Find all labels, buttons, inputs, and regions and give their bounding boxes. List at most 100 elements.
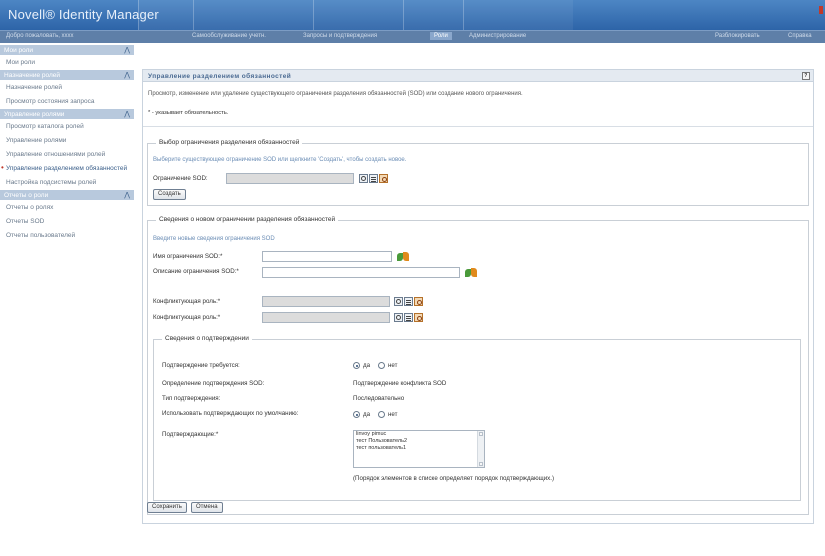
nav-tab-requests[interactable]: Запросы и подтверждения	[303, 33, 377, 39]
collapse-icon[interactable]: ⋀	[124, 110, 130, 118]
sidebar-section-title: Назначение ролей	[4, 72, 61, 79]
app-window: Novell® Identity Manager Добро пожаловат…	[0, 0, 825, 556]
sidebar-item-assign-roles[interactable]: Назначение ролей	[0, 81, 134, 95]
sidebar-item-role-reports[interactable]: Отчеты о ролях	[0, 201, 134, 215]
create-button[interactable]: Создать	[153, 189, 186, 200]
approval-required-label: Подтверждение требуется:	[162, 362, 240, 369]
sidebar-item-manage-roles[interactable]: Управление ролями	[0, 134, 134, 148]
sidebar-item-role-subsystem[interactable]: Настройка подсистемы ролей	[0, 176, 134, 190]
reset-icon[interactable]	[379, 174, 388, 183]
collapse-icon[interactable]: ⋀	[124, 46, 130, 54]
role-1-picker-icons	[394, 297, 423, 307]
radio-label-yes: да	[363, 362, 371, 369]
header-decoration	[313, 0, 403, 30]
approvers-order-note: (Порядок элементов в списке определяет п…	[353, 475, 555, 482]
radio-label-no: нет	[388, 362, 398, 369]
intro-text: Просмотр, изменение или удаление существ…	[148, 91, 523, 97]
sidebar-item-role-relationships[interactable]: Управление отношениями ролей	[0, 148, 134, 162]
fieldset-legend: Выбор ограничения разделения обязанносте…	[156, 139, 303, 146]
conflicting-role-2-field[interactable]	[262, 312, 390, 323]
radio-label-no: нет	[388, 411, 398, 418]
app-header: Novell® Identity Manager	[0, 0, 825, 30]
collapse-icon[interactable]: ⋀	[124, 71, 130, 79]
sidebar-item-sod-reports[interactable]: Отчеты SOD	[0, 215, 134, 229]
new-constraint-hint: Введите новые сведения ограничения SOD	[153, 236, 275, 242]
sidebar-section-my-roles[interactable]: Мои роли ⋀	[0, 45, 134, 56]
select-constraint-fieldset: Выбор ограничения разделения обязанносте…	[147, 139, 809, 206]
conflicting-role-1-label: Конфликтующая роль:*	[153, 298, 221, 305]
sidebar-item-separation-of-duties[interactable]: Управление разделением обязанностей	[0, 162, 134, 176]
reset-icon[interactable]	[414, 313, 423, 322]
sod-management-panel: Управление разделением обязанностей ? Пр…	[142, 69, 814, 524]
history-icon[interactable]	[404, 297, 413, 306]
sidebar-item-request-status[interactable]: Просмотр состояния запроса	[0, 95, 134, 109]
approvers-scrollbar[interactable]	[477, 431, 484, 467]
required-note: * - указывает обязательность.	[148, 110, 229, 116]
nav-tab-administration[interactable]: Администрирование	[469, 33, 526, 39]
conflicting-role-2-label: Конфликтующая роль:*	[153, 314, 221, 321]
sod-name-input[interactable]	[262, 251, 392, 262]
approval-fieldset: Сведения о подтверждении Подтверждение т…	[153, 335, 801, 501]
history-icon[interactable]	[404, 313, 413, 322]
panel-title-text: Управление разделением обязанностей	[148, 73, 292, 80]
sidebar-section-title: Управление ролями	[4, 111, 65, 118]
header-decoration	[403, 0, 463, 30]
approval-definition-value: Подтверждение конфликта SOD	[353, 380, 447, 387]
sod-name-label: Имя ограничения SOD:*	[153, 253, 223, 260]
sod-description-input[interactable]	[262, 267, 460, 278]
top-nav: Добро пожаловать, xxxx Самообслуживание …	[0, 30, 825, 43]
radio-label-yes: да	[363, 411, 371, 418]
help-icon[interactable]: ?	[802, 72, 810, 80]
sidebar-section-role-assignment[interactable]: Назначение ролей ⋀	[0, 70, 134, 81]
header-decoration	[463, 0, 573, 30]
multilanguage-icon[interactable]	[397, 252, 410, 262]
nav-help-link[interactable]: Справка	[788, 33, 812, 39]
nav-tab-roles[interactable]: Роли	[430, 32, 452, 40]
save-button[interactable]: Сохранить	[147, 502, 187, 513]
welcome-text: Добро пожаловать, xxxx	[6, 33, 74, 39]
approval-required-no-radio[interactable]	[378, 362, 385, 369]
sod-constraint-label: Ограничение SOD:	[153, 175, 208, 182]
reset-icon[interactable]	[414, 297, 423, 306]
approval-type-value: Последовательно	[353, 395, 405, 402]
list-item[interactable]: тест Пользователь2	[354, 438, 484, 445]
new-constraint-fieldset: Сведения о новом ограничении разделения …	[147, 216, 809, 515]
list-item[interactable]: linvoy pimuc	[354, 431, 484, 438]
cancel-button[interactable]: Отмена	[191, 502, 223, 513]
sidebar-item-user-reports[interactable]: Отчеты пользователей	[0, 229, 134, 243]
search-icon[interactable]	[394, 313, 403, 322]
approval-required-yes-radio[interactable]	[353, 362, 360, 369]
status-marker	[819, 6, 823, 14]
sidebar-section-title: Мои роли	[4, 47, 34, 54]
approvers-list[interactable]: linvoy pimuc тест Пользователь2 тест пол…	[353, 430, 485, 468]
search-icon[interactable]	[394, 297, 403, 306]
sidebar: Мои роли ⋀ Мои роли Назначение ролей ⋀ Н…	[0, 45, 134, 305]
history-icon[interactable]	[369, 174, 378, 183]
header-decoration	[193, 0, 313, 30]
sod-constraint-field[interactable]	[226, 173, 354, 184]
panel-title: Управление разделением обязанностей ?	[143, 70, 813, 82]
sod-description-label: Описание ограничения SOD:*	[153, 268, 239, 275]
nav-tab-self-service[interactable]: Самообслуживание учетн.	[192, 33, 266, 39]
fieldset-legend: Сведения о подтверждении	[162, 335, 252, 342]
list-item[interactable]: тест пользователь1	[354, 445, 484, 452]
sidebar-item-my-roles[interactable]: Мои роли	[0, 56, 134, 70]
sidebar-section-role-management[interactable]: Управление ролями ⋀	[0, 109, 134, 120]
role-2-picker-icons	[394, 313, 423, 323]
search-icon[interactable]	[359, 174, 368, 183]
nav-unlock-link[interactable]: Разблокировать	[715, 33, 760, 39]
conflicting-role-1-field[interactable]	[262, 296, 390, 307]
multilanguage-icon[interactable]	[465, 268, 478, 278]
default-approvers-yes-radio[interactable]	[353, 411, 360, 418]
sidebar-section-title: Отчеты о роли	[4, 192, 49, 199]
default-approvers-no-radio[interactable]	[378, 411, 385, 418]
approval-type-label: Тип подтверждения:	[162, 395, 221, 402]
fieldset-legend: Сведения о новом ограничении разделения …	[156, 216, 339, 223]
approval-definition-label: Определение подтверждения SOD:	[162, 380, 265, 387]
sidebar-section-role-reports[interactable]: Отчеты о роли ⋀	[0, 190, 134, 201]
divider	[143, 126, 813, 127]
collapse-icon[interactable]: ⋀	[124, 191, 130, 199]
constraint-picker-icons	[359, 174, 388, 184]
sidebar-item-role-catalog[interactable]: Просмотр каталога ролей	[0, 120, 134, 134]
approvers-label: Подтверждающие:*	[162, 431, 219, 438]
